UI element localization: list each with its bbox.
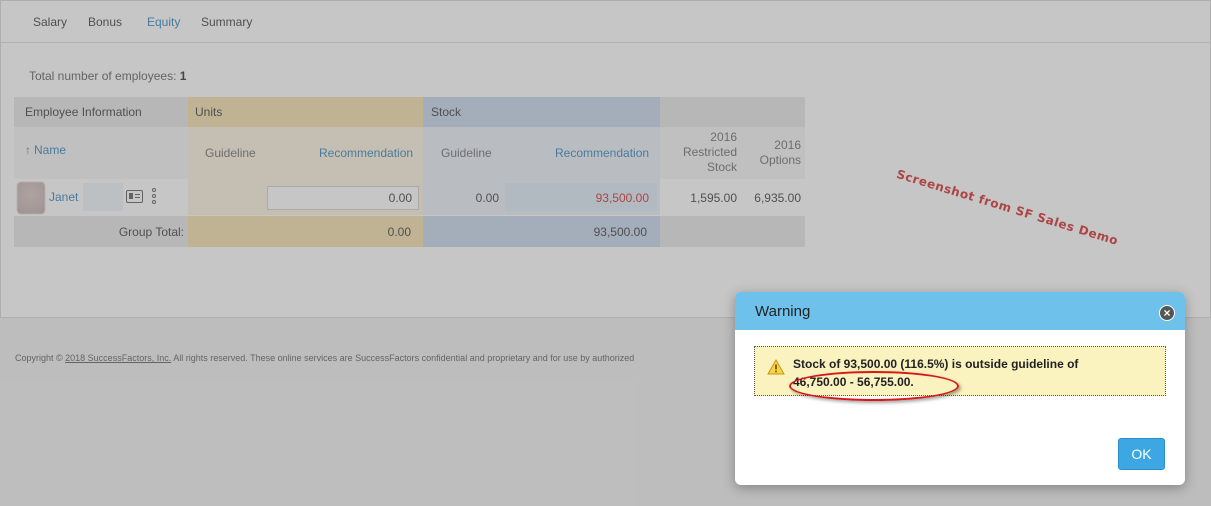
warning-triangle-icon (767, 359, 785, 375)
highlight-ellipse (789, 371, 959, 401)
dialog-header: Warning × (735, 292, 1185, 330)
close-icon[interactable]: × (1159, 305, 1175, 321)
warning-dialog: Warning × Stock of 93,500.00 (116.5%) is… (735, 292, 1185, 485)
dialog-title: Warning (755, 303, 811, 320)
warning-message-box: Stock of 93,500.00 (116.5%) is outside g… (754, 346, 1166, 401)
warning-message-line1: Stock of 93,500.00 (116.5%) is outside g… (793, 357, 1079, 371)
ok-button[interactable]: OK (1118, 438, 1165, 470)
